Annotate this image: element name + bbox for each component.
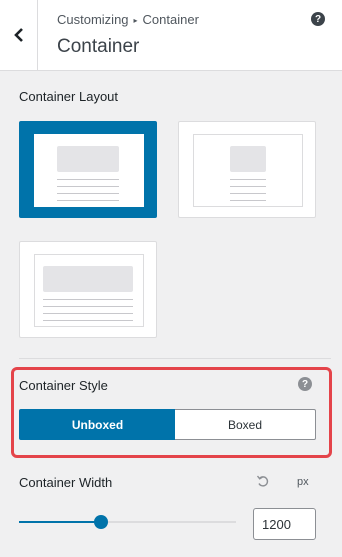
page-title: Container: [57, 36, 140, 57]
layout-preview-block: [43, 266, 133, 292]
style-unboxed-button[interactable]: Unboxed: [19, 409, 176, 440]
container-width-slider[interactable]: [19, 515, 236, 529]
breadcrumb-parent: Customizing: [57, 12, 129, 27]
layout-preview-line: [57, 186, 119, 187]
layout-preview-line: [230, 179, 266, 180]
layout-preview-line: [57, 200, 119, 201]
layout-preview-line: [43, 320, 133, 321]
breadcrumb-current: Container: [142, 12, 199, 27]
layout-preview-line: [230, 186, 266, 187]
undo-icon[interactable]: [256, 474, 270, 488]
question-circle-icon[interactable]: ?: [311, 12, 325, 26]
slider-thumb[interactable]: [94, 515, 108, 529]
layout-preview-line: [43, 313, 133, 314]
section-divider: [19, 358, 331, 359]
breadcrumb-separator: ▸: [133, 16, 138, 25]
layout-preview-frame: [34, 134, 144, 207]
back-button[interactable]: [0, 0, 38, 70]
customizer-header: Customizing ▸ Container Container ?: [0, 0, 342, 71]
layout-preview-block: [57, 146, 119, 172]
layout-preview-line: [43, 299, 133, 300]
layout-preview-frame: [193, 134, 303, 207]
container-layout-label: Container Layout: [19, 89, 119, 104]
slider-fill: [19, 521, 101, 523]
question-circle-icon[interactable]: ?: [298, 377, 312, 391]
container-width-input[interactable]: 1200: [253, 508, 316, 540]
layout-option-full-width-stretched[interactable]: [19, 241, 157, 338]
layout-preview-line: [230, 193, 266, 194]
chevron-left-icon: [13, 28, 23, 42]
width-unit: px: [297, 476, 309, 488]
layout-option-full-width-contained[interactable]: [19, 121, 157, 218]
breadcrumb: Customizing ▸ Container: [57, 12, 199, 27]
style-boxed-button[interactable]: Boxed: [175, 409, 316, 440]
layout-preview-block: [230, 146, 266, 172]
layout-preview-line: [57, 179, 119, 180]
layout-preview-line: [43, 306, 133, 307]
layout-preview-line: [57, 193, 119, 194]
container-style-label: Container Style: [19, 378, 108, 393]
layout-option-content-boxed[interactable]: [178, 121, 316, 218]
layout-preview-frame: [34, 254, 144, 327]
layout-preview-line: [230, 200, 266, 201]
container-width-label: Container Width: [19, 475, 113, 490]
